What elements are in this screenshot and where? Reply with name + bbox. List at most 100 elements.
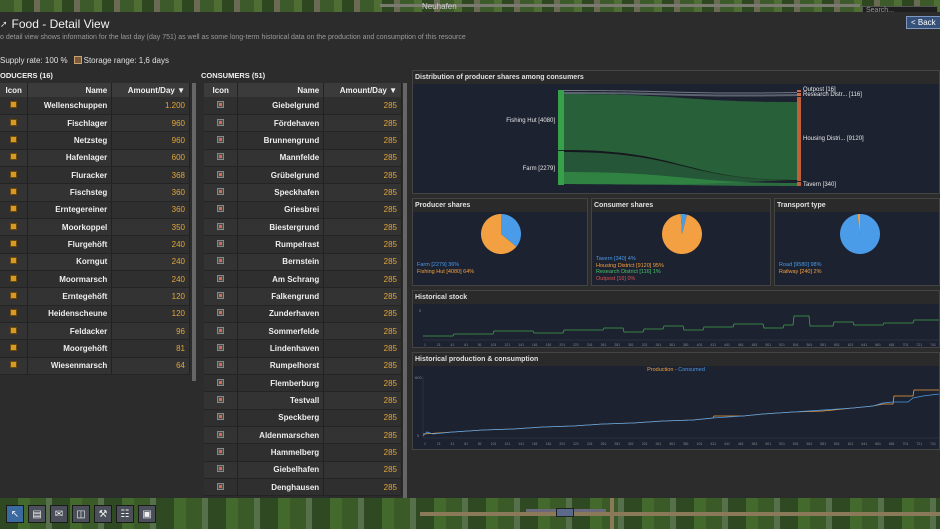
x-tick-label: 481 [752,442,758,446]
x-tick-label: 261 [601,343,607,347]
table-row[interactable]: Fischsteg 360 [0,183,190,202]
table-row[interactable]: Fördehaven 285 [204,114,402,133]
table-row[interactable]: Aldenmarschen 285 [204,426,402,445]
cursor-tool-icon[interactable]: ↖ [6,505,24,523]
table-row[interactable]: Rumpelrast 285 [204,235,402,254]
consumer-shares-legend: Tavern [340] 4% Housing District [9120] … [592,256,770,282]
document-icon[interactable]: ▤ [28,505,46,523]
table-row[interactable]: Testvall 285 [204,391,402,410]
sankey-node-housing[interactable] [797,97,801,181]
map-icon[interactable]: ◫ [72,505,90,523]
table-row[interactable]: Brunnengrund 285 [204,131,402,150]
window-icon[interactable]: ▣ [138,505,156,523]
col-amount[interactable]: Amount/Day ▼ [111,83,190,97]
table-row[interactable]: Korngut 240 [0,253,190,271]
build-icon[interactable]: ⚒ [94,505,112,523]
col-icon[interactable]: Icon [204,83,239,97]
col-name[interactable]: Name [27,83,113,97]
transport-type-title: Transport type [775,199,939,212]
table-row[interactable]: Lindenhaven 285 [204,339,402,358]
producers-scrollbar[interactable] [192,83,196,381]
row-name: Sommerfelde [237,322,325,341]
mail-icon[interactable]: ✉ [50,505,68,523]
scroll-thumb[interactable] [403,83,407,498]
scroll-thumb[interactable] [192,83,196,381]
table-row[interactable]: Grübelgrund 285 [204,166,402,185]
table-row[interactable]: Speckhafen 285 [204,183,402,202]
sankey-node-tavern[interactable] [797,182,801,186]
table-row[interactable]: Fischlager 960 [0,114,190,133]
table-row[interactable]: Am Schrang 285 [204,270,402,289]
back-button[interactable]: < Back [906,16,940,29]
table-row[interactable]: Mannfelde 285 [204,149,402,167]
col-icon[interactable]: Icon [0,83,29,97]
table-row[interactable]: Erntegehöft 120 [0,287,190,306]
table-row[interactable]: Flurgehöft 240 [0,235,190,254]
table-row[interactable]: Falkengrund 285 [204,287,402,306]
x-tick-label: 361 [669,343,675,347]
table-row[interactable]: Heidenscheune 120 [0,305,190,323]
row-name: Erntegereiner [27,201,113,219]
table-row[interactable]: Fluracker 368 [0,166,190,185]
x-tick-label: 321 [642,442,648,446]
table-row[interactable]: Hafenlager 600 [0,149,190,167]
table-row[interactable]: Feldacker 96 [0,322,190,341]
row-icon-cell [0,201,29,219]
x-tick-label: 661 [875,442,881,446]
table-row[interactable]: Giebelhafen 285 [204,461,402,480]
sankey-source-label: Fishing Hut [4080] [506,118,555,124]
col-name[interactable]: Name [237,83,325,97]
table-row[interactable]: Sommerfelde 285 [204,322,402,341]
sankey-node-research[interactable] [797,93,801,96]
table-row[interactable]: Moormarsch 240 [0,270,190,289]
table-row[interactable]: Wellenschuppen 1.200 [0,97,190,115]
row-amount: 285 [323,97,402,115]
table-row[interactable]: Griesbrei 285 [204,201,402,219]
table-row[interactable]: Erntegereiner 360 [0,201,190,219]
row-icon-cell [204,287,239,306]
sankey-node-outpost[interactable] [797,90,801,92]
legend-consumed: Consumed [678,367,705,373]
row-amount: 285 [323,391,402,410]
sankey-node-fishing-hut[interactable] [558,90,564,150]
sankey-node-farm[interactable] [558,151,564,185]
table-row[interactable]: Giebelgrund 285 [204,97,402,115]
x-tick-label: 141 [518,343,524,347]
legend-production: Production [647,367,674,373]
row-amount: 96 [111,322,190,341]
row-name: Falkengrund [237,287,325,306]
transport-type-pie [840,214,880,254]
table-row[interactable]: Zunderhaven 285 [204,305,402,323]
table-row[interactable]: Netzsteg 960 [0,131,190,150]
production-line [422,389,939,435]
x-tick-label: 121 [504,442,510,446]
table-row[interactable]: Bernstein 285 [204,253,402,271]
sankey-target-label: Research Distr... [116] [803,92,862,98]
x-tick-label: 221 [573,442,579,446]
table-row[interactable]: Wiesenmarsch 64 [0,357,190,376]
table-row[interactable]: Hammelberg 285 [204,443,402,462]
y-axis-label: 0 [419,308,422,313]
row-amount: 960 [111,114,190,133]
producer-building-icon [10,361,18,369]
house-icon [217,170,225,178]
table-icon[interactable]: ☷ [116,505,134,523]
row-icon-cell [204,374,239,393]
window-title: ➚ Food - Detail View [0,16,109,32]
table-row[interactable]: Rumpelhorst 285 [204,357,402,376]
row-name: Rumpelhorst [237,357,325,376]
house-icon [217,465,225,473]
storage-icon [73,56,82,64]
consumers-scrollbar[interactable] [403,83,407,498]
x-tick-label: 101 [491,442,497,446]
x-tick-label: 61 [464,442,468,446]
table-row[interactable]: Speckberg 285 [204,409,402,428]
table-row[interactable]: Denghausen 285 [204,478,402,497]
col-amount[interactable]: Amount/Day ▼ [323,83,402,97]
table-row[interactable]: Moorgehöft 81 [0,339,190,358]
table-row[interactable]: Flemberburg 285 [204,374,402,393]
table-row[interactable]: Moorkoppel 350 [0,218,190,237]
row-amount: 285 [323,409,402,428]
table-row[interactable]: Biestergrund 285 [204,218,402,237]
legend-outpost: Outpost [16] 0% [596,275,636,282]
